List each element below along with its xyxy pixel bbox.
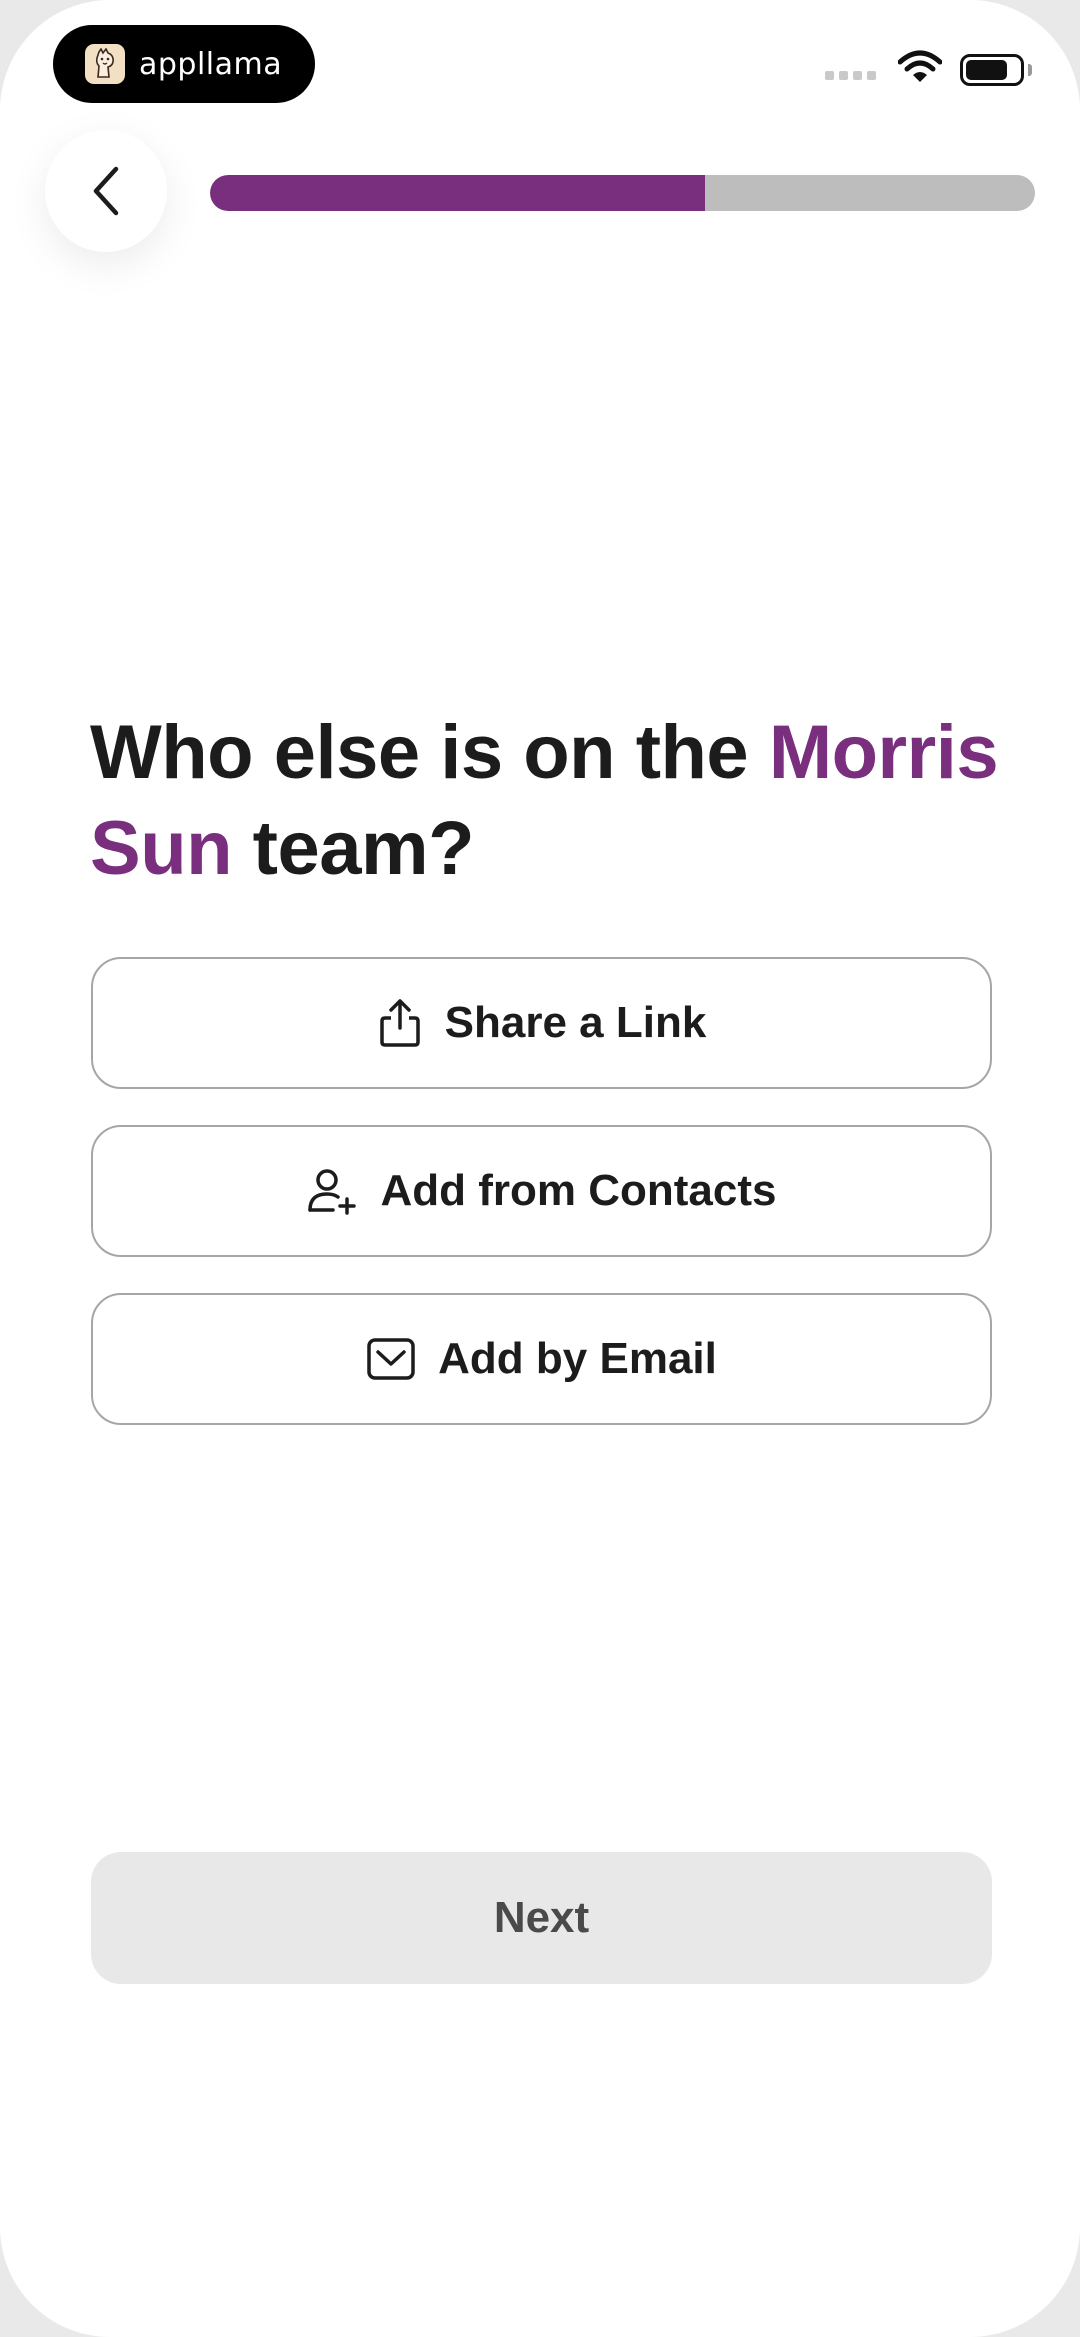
title-text-start: Who else is on the xyxy=(90,710,769,795)
wifi-icon xyxy=(897,50,943,89)
mail-icon xyxy=(366,1337,416,1381)
back-button[interactable] xyxy=(45,130,167,252)
next-button[interactable]: Next xyxy=(91,1852,992,1984)
brand-badge: appllama xyxy=(53,25,315,103)
battery-cap xyxy=(1028,63,1032,76)
battery-icon xyxy=(960,53,1024,86)
add-by-email-label: Add by Email xyxy=(438,1334,717,1383)
brand-name: appllama xyxy=(139,46,283,82)
llama-icon xyxy=(85,44,125,84)
progress-fill xyxy=(210,175,705,211)
page-title: Who else is on the Morris Sun team? xyxy=(90,705,1010,897)
progress-bar xyxy=(210,175,1035,211)
add-user-icon xyxy=(307,1167,359,1215)
signal-icon xyxy=(825,71,876,80)
chevron-left-icon xyxy=(93,166,119,216)
add-from-contacts-button[interactable]: Add from Contacts xyxy=(91,1125,992,1257)
share-link-button[interactable]: Share a Link xyxy=(91,957,992,1089)
screen: appllama Who else is on the Morris Sun t… xyxy=(0,0,1080,2337)
add-from-contacts-label: Add from Contacts xyxy=(380,1166,777,1215)
title-text-end: team? xyxy=(232,806,475,891)
status-icons xyxy=(825,50,1032,89)
share-icon xyxy=(377,998,423,1048)
add-by-email-button[interactable]: Add by Email xyxy=(91,1293,992,1425)
share-link-label: Share a Link xyxy=(444,998,707,1047)
